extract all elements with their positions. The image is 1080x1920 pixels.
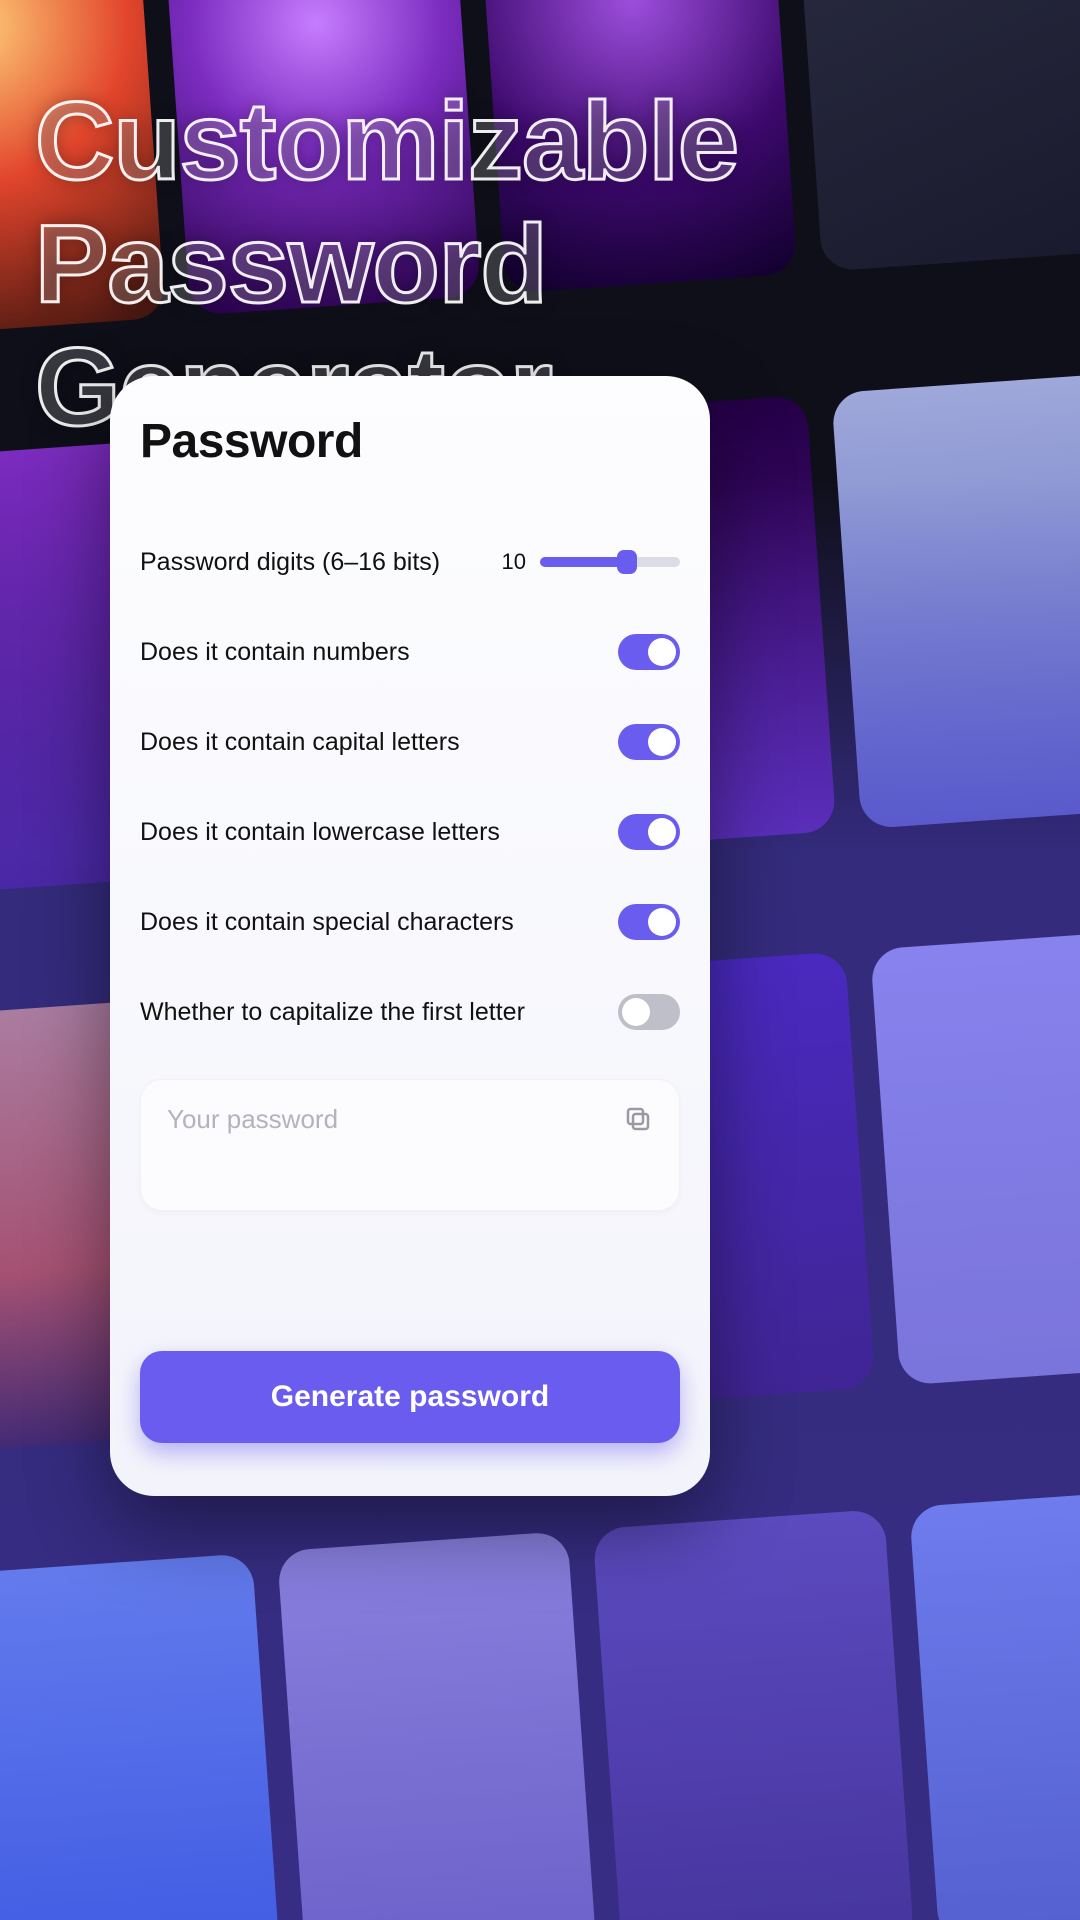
row-length: Password digits (6–16 bits) 10 <box>140 517 680 607</box>
toggle-lowercase[interactable] <box>618 814 680 850</box>
length-value: 10 <box>500 549 526 575</box>
row-uppercase: Does it contain capital letters <box>140 697 680 787</box>
toggle-numbers[interactable] <box>618 634 680 670</box>
option-label-capfirst: Whether to capitalize the first letter <box>140 998 618 1027</box>
password-card: Password Password digits (6–16 bits) 10 … <box>110 376 710 1496</box>
option-label-lowercase: Does it contain lowercase letters <box>140 818 618 847</box>
hero-line-1: Customizable <box>35 80 738 203</box>
password-output[interactable]: Your password <box>140 1079 680 1211</box>
row-lowercase: Does it contain lowercase letters <box>140 787 680 877</box>
generate-button[interactable]: Generate password <box>140 1351 680 1443</box>
slider-thumb[interactable] <box>617 550 637 574</box>
card-title: Password <box>140 414 680 469</box>
option-label-uppercase: Does it contain capital letters <box>140 728 618 757</box>
row-special: Does it contain special characters <box>140 877 680 967</box>
toggle-uppercase[interactable] <box>618 724 680 760</box>
length-label: Password digits (6–16 bits) <box>140 548 500 577</box>
generate-button-label: Generate password <box>271 1380 549 1414</box>
row-numbers: Does it contain numbers <box>140 607 680 697</box>
output-placeholder: Your password <box>167 1104 338 1135</box>
row-capfirst: Whether to capitalize the first letter <box>140 967 680 1057</box>
copy-icon[interactable] <box>623 1104 653 1134</box>
toggle-capfirst[interactable] <box>618 994 680 1030</box>
toggle-special[interactable] <box>618 904 680 940</box>
option-label-special: Does it contain special characters <box>140 908 618 937</box>
length-slider[interactable] <box>540 557 680 567</box>
option-label-numbers: Does it contain numbers <box>140 638 618 667</box>
